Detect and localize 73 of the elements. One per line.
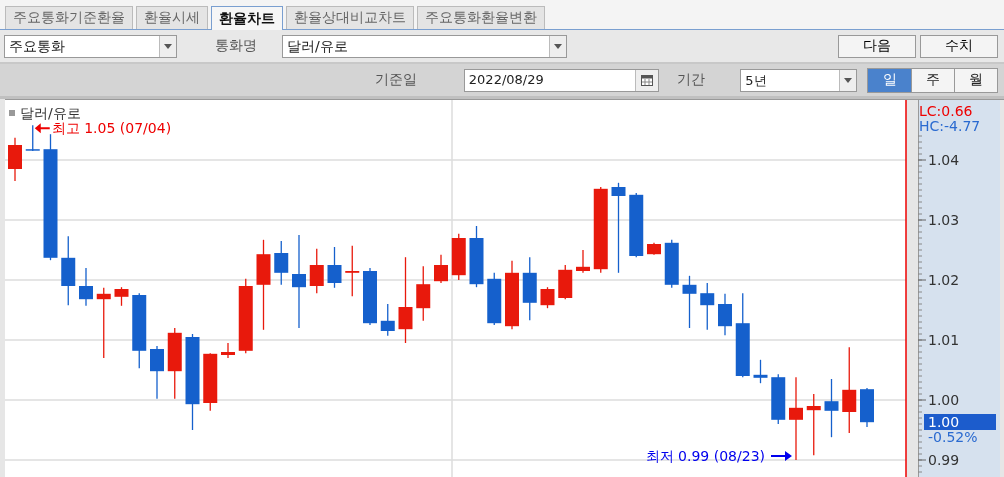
candlestick [79,267,93,307]
candlestick [327,246,342,289]
candlestick [469,225,484,288]
candlestick [540,286,555,309]
axis-tick-label: 1.00 [928,392,960,408]
lc-value: LC:0.66 [919,103,973,119]
axis-tick-label: 1.04 [928,152,960,168]
candlestick [114,286,129,307]
candlestick [824,378,839,438]
tab[interactable]: 환율시세 [136,6,208,29]
legend-label: 달러/유로 [20,105,81,121]
tab[interactable]: 주요통화기준환율 [5,6,133,29]
axis-tick-label: 1.01 [928,332,960,348]
candlestick [96,287,111,359]
tab[interactable]: 주요통화환율변환 [417,6,545,29]
candlestick [806,393,821,456]
hc-value: HC:-4.77 [919,118,981,134]
dropdown-arrow-icon [164,43,172,49]
candlestick [8,137,22,182]
candlestick [61,235,76,306]
candlestick [629,192,644,258]
dropdown-arrow-icon [844,77,852,83]
candlestick [753,359,768,384]
candlestick [274,240,289,286]
candlestick [558,264,573,300]
candlestick [434,254,448,284]
candlestick [150,345,164,400]
candlestick [416,265,431,322]
candlestick [682,275,697,329]
candlestick [203,352,218,412]
current-price: 1.00 [928,414,960,430]
low-annotation: 최저 0.99 (08/23) [645,448,765,464]
candlestick [860,387,874,428]
current-price-marker [924,414,996,430]
candlestick [700,282,715,331]
candlestick [451,233,466,281]
action-button[interactable]: 다음 [838,34,916,58]
axis-tick-label: 1.03 [928,212,960,228]
arrow-icon [34,123,50,134]
interval-toggle[interactable]: 일 [868,68,911,92]
candlestick [309,248,324,294]
currency-select[interactable]: 달러/유로 [282,34,567,58]
high-annotation: 최고 1.05 (07/04) [51,120,172,137]
period-label: 기간 [677,71,707,89]
candlestick [380,303,395,337]
candlestick [345,245,360,297]
tab[interactable]: 환율차트 [211,6,283,30]
candlestick [576,249,590,274]
candlestick [771,373,786,425]
interval-toggle[interactable]: 월 [954,68,997,92]
candlestick [221,342,235,359]
action-button[interactable]: 수치 [920,34,998,58]
candlestick [718,293,732,336]
dropdown-arrow-icon [554,43,562,49]
candlestick [25,124,40,152]
change-percent: -0.52% [928,429,978,445]
candlestick [522,256,537,321]
calendar-icon [641,74,654,86]
period-select[interactable]: 5년 [740,68,857,92]
axis-tick-label: 0.99 [928,452,960,468]
candlestick [647,242,661,256]
legend-marker-icon [9,110,15,116]
currency-group-select[interactable]: 주요통화 [4,34,177,58]
candlestick [363,267,377,326]
interval-toggle[interactable]: 주 [911,68,954,92]
date-label: 기준일 [375,71,418,89]
currency-label: 통화명 [215,37,258,55]
candlestick [505,260,519,330]
tab[interactable]: 환율상대비교차트 [286,6,414,29]
arrow-icon [771,451,792,461]
date-field[interactable]: 2022/08/29 [463,68,660,92]
candlestick [487,272,502,326]
axis-tick-label: 1.02 [928,272,960,288]
